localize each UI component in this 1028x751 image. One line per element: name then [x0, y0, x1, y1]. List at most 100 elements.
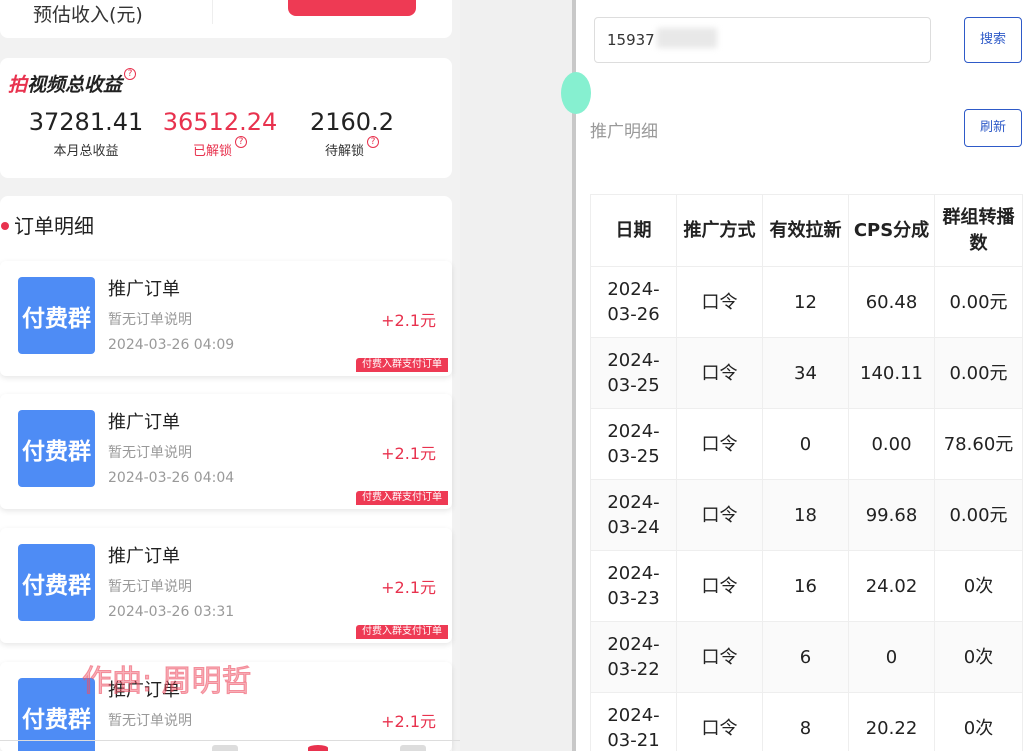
- help-icon[interactable]: ?: [367, 136, 379, 148]
- cell-date: 2024-03-23: [590, 550, 677, 622]
- order-title: 推广订单: [108, 546, 180, 567]
- table-row: 2024-03-24 口令 18 99.68 0.00元: [590, 479, 1023, 551]
- cell-method: 口令: [676, 621, 763, 693]
- panel-gap: [460, 0, 574, 751]
- order-description: 暂无订单说明: [108, 713, 192, 729]
- section-title: 推广明细: [590, 122, 658, 142]
- order-item[interactable]: 付费群 推广订单 暂无订单说明 2024-03-26 04:04 +2.1元 付…: [0, 394, 452, 509]
- withdraw-button[interactable]: [288, 0, 416, 16]
- earnings-title-prefix: 拍: [8, 74, 28, 96]
- cell-method: 口令: [676, 692, 763, 751]
- order-description: 暂无订单说明: [108, 579, 192, 595]
- order-title: 推广订单: [108, 680, 180, 701]
- divider: [212, 0, 213, 24]
- table-row: 2024-03-25 口令 0 0.00 78.60元: [590, 408, 1023, 480]
- order-description: 暂无订单说明: [108, 445, 192, 461]
- order-type-tag: 付费入群支付订单: [356, 491, 448, 505]
- stat-unlocked: 36512.24 已解锁?: [160, 108, 280, 159]
- earnings-title-text: 视频总收益: [27, 74, 123, 96]
- stat-month-total: 37281.41 本月总收益: [26, 108, 146, 159]
- order-title: 推广订单: [108, 412, 180, 433]
- cell-method: 口令: [676, 550, 763, 622]
- cell-group-forwards: 0次: [934, 550, 1023, 622]
- cell-cps: 99.68: [848, 479, 935, 551]
- earnings-summary-card: 拍视频总收益? 37281.41 本月总收益 36512.24 已解锁? 216…: [0, 58, 452, 178]
- order-amount: +2.1元: [381, 578, 436, 597]
- tabbar-divider: [0, 740, 460, 741]
- cell-date: 2024-03-26: [590, 266, 677, 338]
- earnings-panel: 预估收入(元) 拍视频总收益? 37281.41 本月总收益 36512.24 …: [0, 0, 460, 751]
- column-header: 推广方式: [676, 194, 763, 267]
- order-amount: +2.1元: [381, 712, 436, 731]
- cell-cps: 0: [848, 621, 935, 693]
- order-item[interactable]: 付费群 推广订单 暂无订单说明 +2.1元: [0, 662, 452, 751]
- redacted-mask: [657, 28, 717, 48]
- cell-date: 2024-03-22: [590, 621, 677, 693]
- paid-group-badge-icon: 付费群: [18, 544, 95, 621]
- column-header: 日期: [590, 194, 677, 267]
- stat-label: 本月总收益: [53, 144, 119, 159]
- cell-cps: 60.48: [848, 266, 935, 338]
- order-item[interactable]: 付费群 推广订单 暂无订单说明 2024-03-26 04:09 +2.1元 付…: [0, 261, 452, 376]
- stat-value: 2160.2: [310, 108, 394, 136]
- stat-value: 37281.41: [28, 108, 144, 136]
- phone-search-input[interactable]: [594, 17, 931, 63]
- cell-new-users: 8: [762, 692, 849, 751]
- cell-cps: 0.00: [848, 408, 935, 480]
- order-time: 2024-03-26 03:31: [108, 604, 235, 620]
- table-row: 2024-03-26 口令 12 60.48 0.00元: [590, 266, 1023, 338]
- cell-cps: 20.22: [848, 692, 935, 751]
- cell-date: 2024-03-25: [590, 337, 677, 409]
- cell-group-forwards: 0.00元: [934, 337, 1023, 409]
- help-icon[interactable]: ?: [124, 68, 137, 80]
- cell-group-forwards: 78.60元: [934, 408, 1023, 480]
- floating-assist-button[interactable]: [561, 72, 591, 114]
- column-header: 有效拉新: [762, 194, 849, 267]
- order-amount: +2.1元: [381, 311, 436, 330]
- cell-new-users: 12: [762, 266, 849, 338]
- help-icon[interactable]: ?: [235, 136, 247, 148]
- cell-cps: 24.02: [848, 550, 935, 622]
- refresh-button[interactable]: 刷新: [964, 109, 1022, 147]
- tab-profile-icon[interactable]: [400, 745, 426, 751]
- order-time: 2024-03-26 04:09: [108, 337, 235, 353]
- tab-earnings-icon[interactable]: [308, 745, 328, 751]
- table-row: 2024-03-23 口令 16 24.02 0次: [590, 550, 1023, 622]
- screen: 预估收入(元) 拍视频总收益? 37281.41 本月总收益 36512.24 …: [0, 0, 1028, 751]
- stat-locked: 2160.2 待解锁?: [292, 108, 412, 159]
- cell-new-users: 16: [762, 550, 849, 622]
- cell-date: 2024-03-24: [590, 479, 677, 551]
- cell-method: 口令: [676, 479, 763, 551]
- order-time: 2024-03-26 04:04: [108, 470, 235, 486]
- stat-label: 待解锁: [324, 144, 364, 159]
- paid-group-badge-icon: 付费群: [18, 410, 95, 487]
- cell-group-forwards: 0.00元: [934, 266, 1023, 338]
- column-header: CPS分成: [848, 194, 935, 267]
- tab-home-icon[interactable]: [212, 745, 238, 751]
- order-title: 推广订单: [108, 279, 180, 300]
- cell-new-users: 34: [762, 337, 849, 409]
- order-type-tag: 付费入群支付订单: [356, 625, 448, 639]
- cell-group-forwards: 0次: [934, 621, 1023, 693]
- stat-value: 36512.24: [162, 108, 278, 136]
- cell-new-users: 18: [762, 479, 849, 551]
- column-header: 群组转播数: [934, 194, 1023, 267]
- order-type-tag: 付费入群支付订单: [356, 358, 448, 372]
- stat-label-row: 已解锁?: [160, 136, 280, 159]
- cell-group-forwards: 0.00元: [934, 479, 1023, 551]
- cell-new-users: 0: [762, 408, 849, 480]
- cell-group-forwards: 0次: [934, 692, 1023, 751]
- table-row: 2024-03-21 口令 8 20.22 0次: [590, 692, 1023, 751]
- cell-new-users: 6: [762, 621, 849, 693]
- order-item[interactable]: 付费群 推广订单 暂无订单说明 2024-03-26 03:31 +2.1元 付…: [0, 528, 452, 643]
- earnings-title: 拍视频总收益?: [8, 68, 137, 97]
- search-button[interactable]: 搜索: [964, 17, 1022, 63]
- stat-label-row: 待解锁?: [292, 136, 412, 159]
- cell-method: 口令: [676, 337, 763, 409]
- cell-date: 2024-03-25: [590, 408, 677, 480]
- orders-title: 订单明细: [14, 214, 94, 238]
- order-description: 暂无订单说明: [108, 312, 192, 328]
- cell-cps: 140.11: [848, 337, 935, 409]
- stat-label: 已解锁: [192, 144, 232, 159]
- bullet-dot-icon: [1, 222, 9, 230]
